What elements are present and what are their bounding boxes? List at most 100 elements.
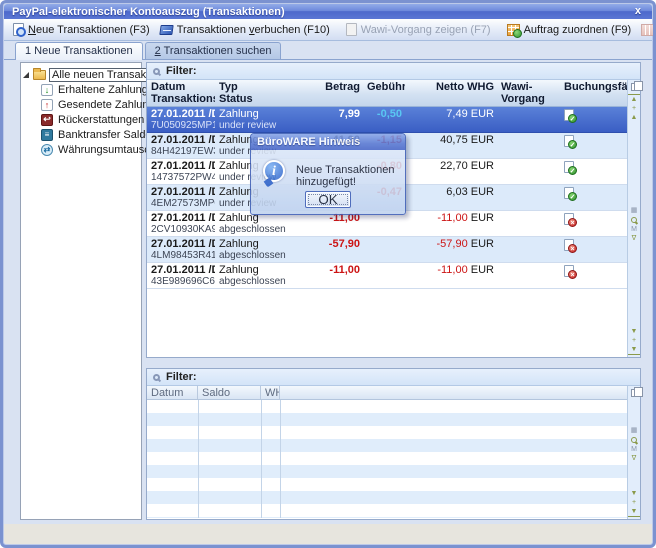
new-transactions-button[interactable]: Neue Transaktionen (F3)	[8, 21, 155, 38]
new-transactions-icon	[13, 23, 24, 36]
row-currency: EUR	[471, 238, 494, 250]
copy-icon[interactable]	[631, 83, 638, 91]
col-datum[interactable]: Datum	[151, 81, 212, 93]
grid-view-icon[interactable]: ▦	[628, 206, 640, 215]
scroll-down-icon[interactable]: ▼	[628, 489, 640, 498]
col-buchungsfaehig[interactable]: Buchungsfähig	[564, 81, 624, 93]
row-amount: -11,00	[293, 263, 363, 288]
folder-icon	[33, 70, 46, 80]
tab-bar: 1 Neue Transaktionen 2 Transaktionen suc…	[4, 42, 652, 60]
show-wawi-icon	[346, 23, 357, 36]
row-wawi	[497, 107, 560, 132]
saldo-table-header[interactable]: Datum Saldo WHR	[147, 386, 627, 400]
row-type: Zahlung	[219, 264, 290, 276]
tree-item-gesendete-zahlungen[interactable]: ↑ Gesendete Zahlungen	[23, 97, 139, 112]
tree-item-waehrungsumtausch[interactable]: ⇄ Währungsumtausch	[23, 142, 139, 157]
close-button[interactable]: x	[632, 6, 644, 17]
row-status: abgeschlossen	[219, 250, 290, 262]
row-transaction-code: 4LM98453R41486714	[151, 250, 212, 262]
search-icon[interactable]	[631, 437, 637, 443]
bookable-icon: ✓	[564, 109, 574, 121]
show-wawi-label: Wawi-Vorgang zeigen (F7)	[361, 24, 491, 36]
row-transaction-code: 7U050925MP163920N	[151, 120, 212, 132]
scroll-top-icon[interactable]: ▲	[628, 94, 640, 104]
row-status: abgeschlossen	[219, 224, 290, 236]
col-typ[interactable]: Typ	[219, 81, 290, 93]
tree-item-alle-neuen-transaktionen[interactable]: Alle neuen Transaktionen	[23, 67, 139, 82]
table-row[interactable]: 27.01.2011 /Do7U050925MP163920N Zahlungu…	[147, 107, 627, 133]
assign-order-label: Auftrag zuordnen (F9)	[524, 24, 632, 36]
row-add-icon[interactable]: +	[628, 104, 640, 113]
copy-icon[interactable]	[631, 389, 638, 397]
grid-view-icon[interactable]: ▦	[628, 426, 640, 435]
show-wawi-button: Wawi-Vorgang zeigen (F7)	[341, 21, 496, 38]
bookable-icon: ✓	[564, 161, 574, 173]
col-netto-whg[interactable]: Netto WHG	[409, 81, 494, 93]
tab-neue-transaktionen[interactable]: 1 Neue Transaktionen	[15, 42, 143, 60]
book-transactions-label: Transaktionen verbuchen (F10)	[177, 24, 330, 36]
saldo-filter-bar[interactable]: Filter:	[147, 369, 640, 386]
col-waehrungskurs[interactable]: Währungskurs	[501, 105, 557, 106]
tree-item-label: Banktransfer Saldo	[56, 129, 154, 141]
col-saldo[interactable]: Saldo	[198, 386, 261, 399]
scroll-down-icon[interactable]: ▼	[628, 327, 640, 336]
col-gebuehr[interactable]: Gebühr	[367, 81, 402, 93]
toolbar: Neue Transaktionen (F3) Transaktionen ve…	[4, 19, 652, 41]
row-date: 27.01.2011 /Do	[151, 238, 212, 250]
bank-transfer-icon: ≡	[41, 129, 53, 141]
row-type: Zahlung	[219, 238, 290, 250]
delete-assignment-button: Löschen Zuordnung Auftrag (F4)	[636, 22, 656, 38]
row-type: Zahlung	[219, 108, 290, 120]
row-amount: -57,90	[293, 237, 363, 262]
row-currency: EUR	[471, 264, 494, 276]
row-fee	[363, 237, 405, 262]
row-transaction-code: 84H42197EW349273P	[151, 146, 212, 158]
search-icon[interactable]	[631, 217, 637, 223]
row-wawi	[497, 237, 560, 262]
book-transactions-button[interactable]: Transaktionen verbuchen (F10)	[155, 22, 335, 38]
row-net-amount: 7,49	[446, 108, 467, 120]
row-add-icon[interactable]: +	[628, 498, 640, 507]
col-wawi-vorgang[interactable]: Wawi-Vorgang	[501, 81, 557, 105]
tree-expander-icon[interactable]	[23, 72, 29, 78]
tree-item-rueckerstattungen[interactable]: ↩ Rückerstattungen	[23, 112, 139, 127]
info-icon: i	[263, 160, 285, 182]
row-net-amount: -11,00	[437, 212, 467, 224]
table-row[interactable]: 27.01.2011 /Do43E989696C6535442 Zahlunga…	[147, 263, 627, 289]
transactions-filter-bar[interactable]: Filter:	[147, 63, 640, 80]
transactions-table-header[interactable]: DatumTransaktionscode TypStatus Betrag G…	[147, 80, 627, 107]
col-status[interactable]: Status	[219, 93, 290, 105]
col-whr[interactable]: WHR	[261, 386, 280, 399]
book-transactions-icon	[159, 25, 173, 35]
assign-order-button[interactable]: Auftrag zuordnen (F9)	[502, 22, 637, 38]
row-transaction-code: 14737572PW488130C	[151, 172, 212, 184]
bookable-icon: ×	[564, 239, 574, 251]
ok-button[interactable]: OK	[305, 191, 351, 208]
row-transaction-code: 43E989696C6535442	[151, 276, 212, 288]
col-betrag[interactable]: Betrag	[297, 81, 360, 93]
memo-icon[interactable]: M	[628, 225, 640, 234]
scroll-bottom-icon[interactable]: ▼	[628, 507, 640, 517]
table-row[interactable]: 27.01.2011 /Do4LM98453R41486714 Zahlunga…	[147, 237, 627, 263]
tab-transaktionen-suchen[interactable]: 2 Transaktionen suchen	[145, 42, 282, 59]
scroll-bottom-icon[interactable]: ▼	[628, 345, 640, 355]
col-transaktionscode[interactable]: Transaktionscode	[151, 93, 212, 105]
hinweis-dialog: BüroWARE Hinweis i Neue Transaktionen hi…	[250, 133, 406, 215]
filter-funnel-icon[interactable]: ∇	[628, 234, 640, 243]
tree-item-banktransfer-saldo[interactable]: ≡ Banktransfer Saldo	[23, 127, 139, 142]
row-date: 27.01.2011 /Do	[151, 108, 212, 120]
col-datum[interactable]: Datum	[147, 386, 198, 399]
row-date: 27.01.2011 /Do	[151, 264, 212, 276]
tree-item-erhaltene-zahlungen[interactable]: ↓ Erhaltene Zahlungen	[23, 82, 139, 97]
row-add-icon[interactable]: +	[628, 336, 640, 345]
scroll-up-icon[interactable]: ▲	[628, 113, 640, 122]
row-wawi	[497, 185, 560, 210]
row-fee	[363, 263, 405, 288]
bookable-icon: ×	[564, 213, 574, 225]
dialog-title-bar: BüroWARE Hinweis	[251, 134, 405, 150]
dialog-body: i Neue Transaktionen hinzugefügt! OK	[251, 150, 405, 215]
delete-assignment-icon	[641, 24, 654, 36]
row-wawi	[497, 263, 560, 288]
filter-funnel-icon[interactable]: ∇	[628, 454, 640, 463]
memo-icon[interactable]: M	[628, 445, 640, 454]
